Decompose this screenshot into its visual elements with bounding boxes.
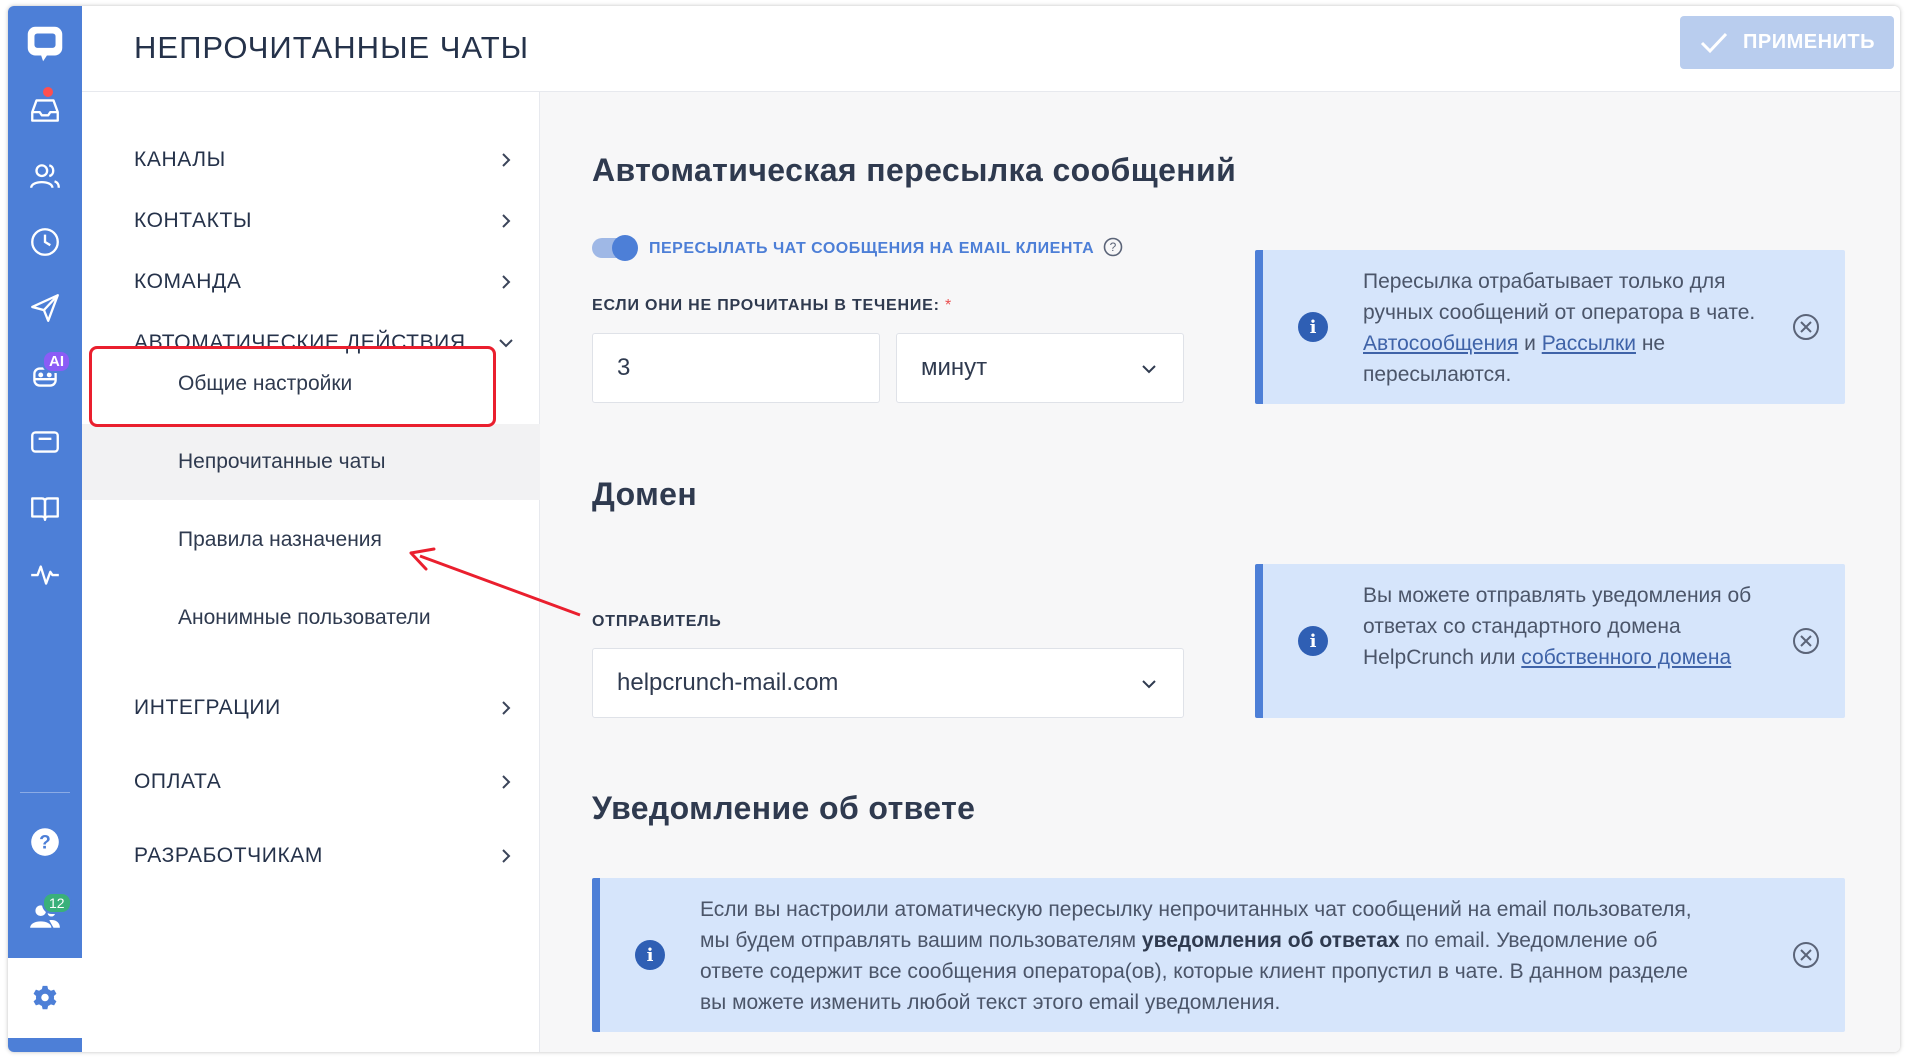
apply-button-label: ПРИМЕНИТЬ <box>1743 31 1875 53</box>
chevron-right-icon <box>502 775 511 789</box>
nav-sub-label: Непрочитанные чаты <box>178 450 386 473</box>
delay-unit-value: минут <box>921 354 988 381</box>
forwarding-toggle[interactable] <box>592 235 638 261</box>
toggle-knob <box>612 235 638 261</box>
campaigns-link[interactable]: Рассылки <box>1542 332 1636 355</box>
info-icon: i <box>635 940 665 970</box>
team-badge: 12 <box>42 892 72 914</box>
info-text-part: Пересылка отрабатывает только для ручных… <box>1363 270 1756 324</box>
close-circle-icon[interactable] <box>1791 312 1821 342</box>
custom-domain-link[interactable]: собственного домена <box>1521 646 1731 669</box>
nav-item-label: ИНТЕГРАЦИИ <box>134 696 281 719</box>
info-icon: i <box>1298 312 1328 342</box>
reply-notification-info-text: Если вы настроили атоматическую пересылк… <box>700 894 1720 1018</box>
info-icon: i <box>1298 626 1328 656</box>
nav-item-label: ОПЛАТА <box>134 770 222 793</box>
chevron-down-icon <box>1142 365 1156 374</box>
domain-info-text: Вы можете отправлять уведомления об отве… <box>1363 580 1763 673</box>
chevron-right-icon <box>502 153 511 167</box>
auto-messages-link[interactable]: Автосообщения <box>1363 332 1518 355</box>
delay-unit-select[interactable]: минут <box>896 333 1184 403</box>
send-icon[interactable] <box>8 280 82 336</box>
nav-sub-assignment-rules[interactable]: Правила назначения <box>82 502 540 578</box>
reply-notification-section-title: Уведомление об ответе <box>592 790 976 826</box>
sender-select[interactable]: helpcrunch-mail.com <box>592 648 1184 718</box>
domain-section-title: Домен <box>592 476 698 512</box>
app-window: AI ? 12 НЕПРОЧИТАННЫЕ ЧАТЫ ПРИМЕНИТЬ КАН… <box>8 6 1900 1052</box>
settings-content: Автоматическая пересылка сообщений ПЕРЕС… <box>540 92 1900 1052</box>
activity-icon[interactable] <box>8 546 82 602</box>
nav-item-label: КАНАЛЫ <box>134 148 226 171</box>
delay-field-label: ЕСЛИ ОНИ НЕ ПРОЧИТАНЫ В ТЕЧЕНИЕ: * <box>592 297 952 315</box>
unread-dot <box>41 85 55 99</box>
contacts-icon[interactable] <box>8 148 82 204</box>
widget-icon[interactable] <box>8 414 82 470</box>
close-circle-icon[interactable] <box>1791 940 1821 970</box>
nav-sub-label: Правила назначения <box>178 528 382 551</box>
delay-value: 3 <box>617 354 631 381</box>
nav-item-integrations[interactable]: ИНТЕГРАЦИИ <box>82 678 540 738</box>
apply-button[interactable]: ПРИМЕНИТЬ <box>1680 16 1894 69</box>
domain-info-box: i Вы можете отправлять уведомления об от… <box>1255 564 1845 718</box>
nav-item-contacts[interactable]: КОНТАКТЫ <box>82 191 540 251</box>
required-mark: * <box>945 297 953 314</box>
delay-label-text: ЕСЛИ ОНИ НЕ ПРОЧИТАНЫ В ТЕЧЕНИЕ: <box>592 297 940 314</box>
checkmark-icon <box>1700 32 1728 53</box>
nav-item-label: КОМАНДА <box>134 270 242 293</box>
nav-item-developers[interactable]: РАЗРАБОТЧИКАМ <box>82 826 540 886</box>
info-text-part: и <box>1518 332 1542 355</box>
settings-icon <box>33 985 57 1010</box>
sender-value: helpcrunch-mail.com <box>617 669 839 696</box>
forwarding-info-text: Пересылка отрабатывает только для ручных… <box>1363 266 1763 390</box>
svg-text:?: ? <box>39 832 51 853</box>
sender-field-label: ОТПРАВИТЕЛЬ <box>592 613 722 630</box>
chevron-right-icon <box>502 849 511 863</box>
settings-nav: КАНАЛЫ КОНТАКТЫ КОМАНДА АВТОМАТИЧЕСКИЕ Д… <box>82 92 540 1052</box>
chevron-down-icon <box>1142 680 1156 689</box>
svg-text:?: ? <box>1110 240 1117 254</box>
settings-nav-active[interactable] <box>8 958 82 1038</box>
nav-sub-unread-chats[interactable]: Непрочитанные чаты <box>82 424 540 500</box>
page-header: НЕПРОЧИТАННЫЕ ЧАТЫ ПРИМЕНИТЬ <box>82 6 1900 92</box>
clock-icon[interactable] <box>8 214 82 270</box>
ai-badge: AI <box>42 350 71 373</box>
knowledge-base-icon[interactable] <box>8 480 82 536</box>
forwarding-section-title: Автоматическая пересылка сообщений <box>592 152 1237 188</box>
chevron-right-icon <box>502 701 511 715</box>
main-rail: AI ? 12 <box>8 6 82 1052</box>
delay-value-input[interactable]: 3 <box>592 333 880 403</box>
reply-notification-info-box: i Если вы настроили атоматическую пересы… <box>592 878 1845 1032</box>
nav-item-billing[interactable]: ОПЛАТА <box>82 752 540 812</box>
forwarding-info-box: i Пересылка отрабатывает только для ручн… <box>1255 250 1845 404</box>
annotation-highlight-box <box>89 346 496 427</box>
nav-sub-anonymous-users[interactable]: Анонимные пользователи <box>82 580 540 656</box>
nav-item-label: КОНТАКТЫ <box>134 209 253 232</box>
page-title: НЕПРОЧИТАННЫЕ ЧАТЫ <box>134 30 530 65</box>
close-circle-icon[interactable] <box>1791 626 1821 656</box>
help-icon[interactable]: ? <box>8 814 82 870</box>
nav-sub-label: Анонимные пользователи <box>178 606 431 629</box>
chevron-right-icon <box>502 214 511 228</box>
forwarding-toggle-label: ПЕРЕСЫЛАТЬ ЧАТ СООБЩЕНИЯ НА EMAIL КЛИЕНТ… <box>649 240 1095 257</box>
nav-item-channels[interactable]: КАНАЛЫ <box>82 130 540 190</box>
nav-item-label: РАЗРАБОТЧИКАМ <box>134 844 323 867</box>
rail-divider <box>20 792 70 793</box>
info-text-bold: уведомления об ответах <box>1141 929 1400 952</box>
chevron-right-icon <box>502 275 511 289</box>
chat-logo-icon[interactable] <box>8 14 82 74</box>
nav-item-team[interactable]: КОМАНДА <box>82 252 540 312</box>
question-circle-icon[interactable]: ? <box>1102 236 1124 258</box>
